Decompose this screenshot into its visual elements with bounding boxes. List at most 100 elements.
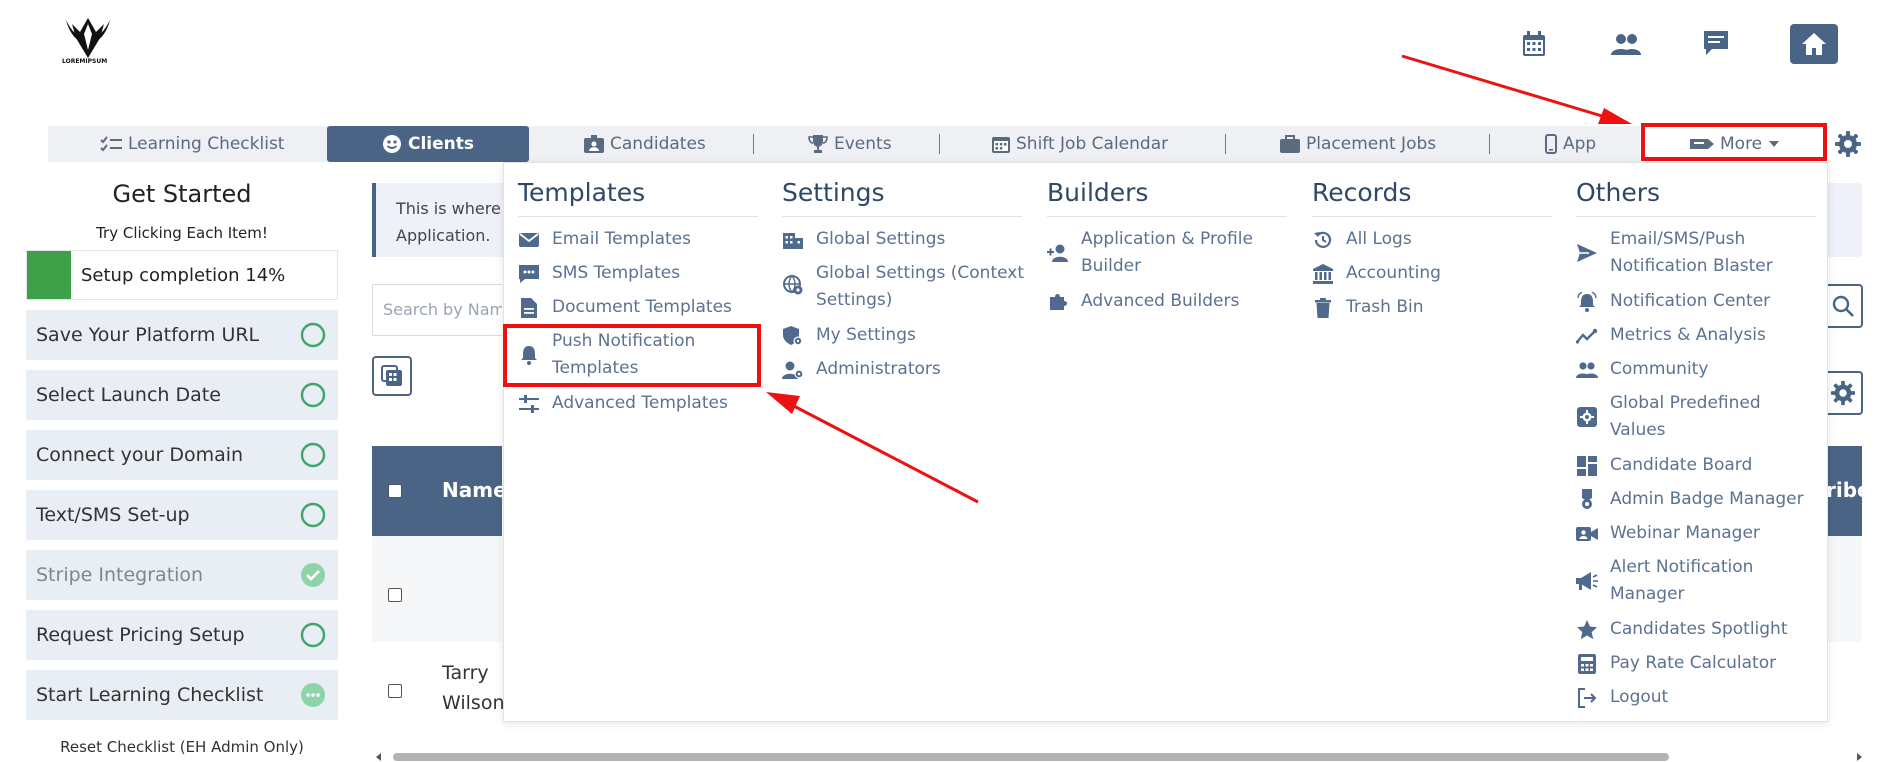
paper-plane-icon [1576, 242, 1598, 264]
nav-separator [753, 134, 754, 154]
menu-heading-settings: Settings [782, 178, 885, 207]
status-circle-icon [300, 502, 326, 528]
nav-clients[interactable]: Clients [327, 126, 529, 162]
search-icon [1832, 295, 1854, 317]
trophy-icon [808, 135, 828, 153]
people-icon[interactable] [1610, 28, 1642, 60]
logo-text: LOREMIPSUM [62, 58, 108, 65]
get-started-subtitle: Try Clicking Each Item! [96, 224, 268, 242]
checklist-icon [100, 136, 122, 152]
nav-events[interactable]: Events [808, 126, 892, 162]
export-button[interactable] [372, 356, 412, 396]
calculator-icon [381, 365, 402, 386]
select-all-checkbox[interactable] [388, 484, 402, 498]
chat-icon[interactable] [1702, 28, 1734, 60]
search-input[interactable]: Search by Nam [372, 284, 502, 336]
arrow-to-more [1401, 54, 1613, 121]
home-button[interactable] [1790, 24, 1838, 64]
people-icon [1576, 359, 1598, 381]
id-badge-icon [584, 135, 604, 153]
checklist-item-label: Start Learning Checklist [36, 684, 264, 706]
client-name-line: Wilson [442, 692, 505, 714]
info-banner-edge [1828, 183, 1862, 257]
menu-divider [1312, 216, 1552, 217]
menu-divider [1576, 216, 1816, 217]
menu-heading-others: Others [1576, 178, 1661, 207]
nav-separator [939, 134, 940, 154]
column-header-name[interactable]: Name [442, 478, 507, 502]
client-name-cell: Tarry Wilson [442, 658, 505, 718]
nav-label: App [1563, 134, 1597, 154]
checklist-item-platform-url[interactable]: Save Your Platform URL [26, 310, 338, 360]
nav-app[interactable]: App [1545, 126, 1596, 162]
menu-heading-records: Records [1312, 178, 1412, 207]
status-circle-icon [300, 442, 326, 468]
globe-gear-icon [782, 274, 804, 296]
calculator-icon [1576, 653, 1598, 675]
checklist-item-stripe[interactable]: Stripe Integration [26, 550, 338, 600]
menu-heading-templates: Templates [518, 178, 646, 207]
company-logo[interactable]: LOREMIPSUM [60, 14, 116, 70]
table-settings-button[interactable] [1823, 371, 1863, 415]
trash-icon [1312, 297, 1334, 319]
status-circle-icon [300, 622, 326, 648]
search-button[interactable] [1823, 284, 1863, 328]
dashboard-icon [1576, 455, 1598, 477]
menu-heading-builders: Builders [1047, 178, 1149, 207]
progress-fill [27, 251, 71, 299]
checklist-item-learning[interactable]: Start Learning Checklist [26, 670, 338, 720]
row-checkbox[interactable] [388, 684, 402, 698]
checklist-item-pricing[interactable]: Request Pricing Setup [26, 610, 338, 660]
settings-gear-icon[interactable] [1832, 128, 1864, 160]
table-row-edge [1826, 536, 1862, 642]
nav-label: Learning Checklist [128, 134, 285, 154]
checklist-item-sms-setup[interactable]: Text/SMS Set-up [26, 490, 338, 540]
client-name-line: Tarry [442, 662, 489, 684]
menu-divider [782, 216, 1022, 217]
nav-shift-job-calendar[interactable]: Shift Job Calendar [992, 126, 1168, 162]
push-notification-highlight-box [503, 324, 761, 387]
nav-label: Placement Jobs [1306, 134, 1437, 154]
checklist-item-domain[interactable]: Connect your Domain [26, 430, 338, 480]
arrowhead [1598, 108, 1632, 124]
calendar-icon[interactable] [1518, 28, 1550, 60]
nav-candidates[interactable]: Candidates [584, 126, 706, 162]
logout-icon [1576, 687, 1598, 709]
column-header-subscribed[interactable]: ribed [1826, 478, 1885, 502]
status-circle-icon [300, 322, 326, 348]
more-highlight-box [1641, 123, 1827, 161]
briefcase-icon [1280, 135, 1300, 153]
nav-separator [1489, 134, 1490, 154]
menu-divider [518, 216, 758, 217]
smile-icon [382, 135, 401, 153]
shield-gear-icon [782, 325, 804, 347]
gear-icon [1830, 380, 1856, 406]
checklist-item-label: Request Pricing Setup [36, 624, 245, 646]
video-icon [1576, 523, 1598, 545]
building-icon [782, 229, 804, 251]
row-checkbox[interactable] [388, 588, 402, 602]
checklist-item-label: Select Launch Date [36, 384, 221, 406]
envelope-icon [518, 229, 540, 251]
history-icon [1312, 229, 1334, 251]
setup-completion-progress: Setup completion 14% [26, 250, 338, 300]
scrollbar-thumb[interactable] [393, 753, 1669, 761]
mobile-phone-icon [1545, 134, 1557, 154]
checklist-item-label: Save Your Platform URL [36, 324, 260, 346]
reset-checklist-link[interactable]: Reset Checklist (EH Admin Only) [26, 738, 338, 756]
status-circle-icon [300, 382, 326, 408]
nav-learning-checklist[interactable]: Learning Checklist [100, 126, 284, 162]
user-gear-icon [782, 359, 804, 381]
nav-label: Events [834, 134, 892, 154]
nav-separator [1225, 134, 1226, 154]
user-plus-icon [1047, 242, 1069, 264]
checklist-item-label: Connect your Domain [36, 444, 244, 466]
star-icon [1576, 619, 1598, 641]
nav-placement-jobs[interactable]: Placement Jobs [1280, 126, 1436, 162]
medal-icon [1576, 489, 1598, 511]
checklist-item-launch-date[interactable]: Select Launch Date [26, 370, 338, 420]
menu-divider [1047, 216, 1287, 217]
bell-ring-icon [1576, 291, 1598, 313]
checklist-item-label: Stripe Integration [36, 564, 204, 586]
sms-icon [518, 263, 540, 285]
